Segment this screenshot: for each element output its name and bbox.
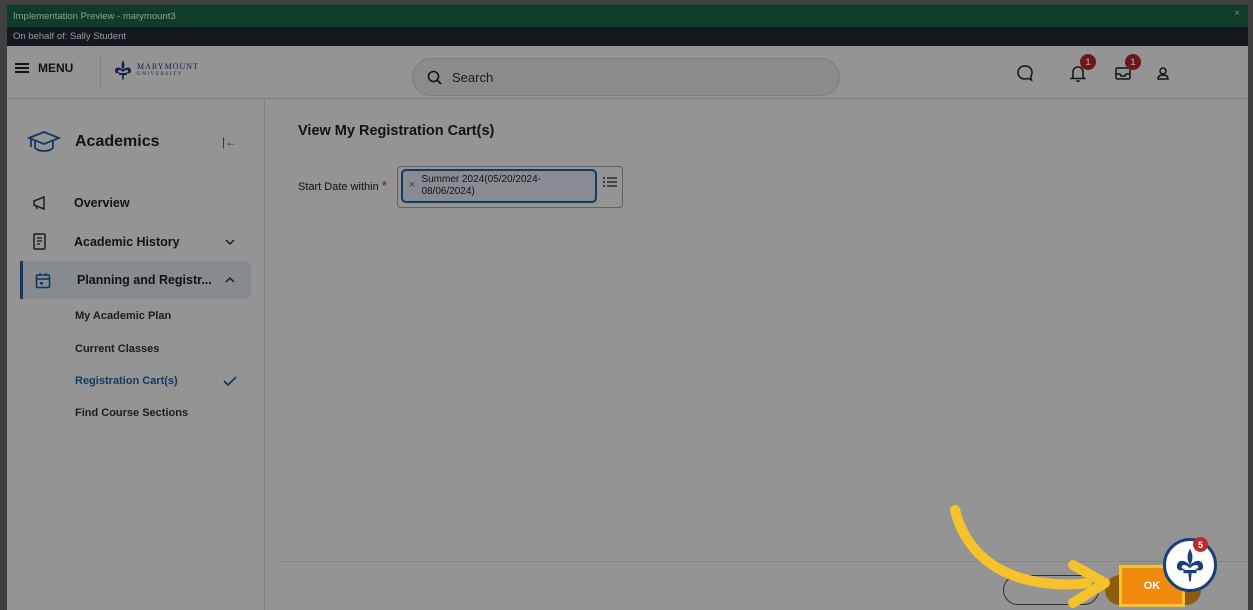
notifications-badge: 1 — [1080, 54, 1096, 70]
assistant-button[interactable]: 5 — [1163, 537, 1217, 592]
sidebar-subitem-current-classes[interactable]: Current Classes — [75, 343, 159, 355]
inbox-badge: 1 — [1125, 54, 1141, 70]
sidebar-item-academic-history[interactable]: Academic History — [20, 223, 251, 261]
highlighted-ok-label: OK — [1143, 580, 1161, 592]
sidebar-subitem-find-course-sections[interactable]: Find Course Sections — [75, 407, 188, 419]
chevron-down-icon — [225, 239, 235, 246]
selected-term-line2: 08/06/2024) — [421, 186, 475, 197]
list-prompt-icon[interactable] — [602, 175, 618, 189]
megaphone-icon — [30, 194, 50, 212]
sidebar-title: Academics — [75, 133, 160, 150]
selected-term-value: Summer 2024(05/20/2024- 08/06/2024) — [421, 174, 541, 198]
sidebar-item-label: Overview — [74, 196, 130, 210]
fleur-de-lis-icon — [1176, 548, 1204, 582]
on-behalf-bar: On behalf of: Sally Student — [7, 27, 1248, 46]
logo-text-bottom: UNIVERSITY — [137, 72, 183, 77]
profile-button[interactable] — [1151, 61, 1175, 85]
user-icon — [1157, 67, 1169, 80]
tutorial-arrow-icon — [950, 505, 1110, 608]
start-date-label-text: Start Date within — [298, 181, 379, 193]
on-behalf-text: On behalf of: Sally Student — [13, 31, 127, 42]
banner-close-icon[interactable]: × — [1234, 8, 1240, 19]
menu-label: MENU — [38, 61, 74, 75]
marymount-logo[interactable]: MARYMOUNT UNIVERSITY — [113, 59, 199, 81]
sidebar-subitem-academic-plan[interactable]: My Academic Plan — [75, 310, 171, 322]
selected-term-line1: Summer 2024(05/20/2024- — [421, 174, 541, 185]
start-date-prompt[interactable]: × Summer 2024(05/20/2024- 08/06/2024) — [397, 166, 623, 208]
selected-term-pill[interactable]: × Summer 2024(05/20/2024- 08/06/2024) — [401, 169, 597, 203]
top-header: MENU MARYMOUNT UNIVERSITY Search 1 1 — [7, 46, 1248, 99]
remove-selection-icon[interactable]: × — [409, 179, 415, 191]
start-date-label: Start Date within * — [298, 178, 387, 193]
chat-bubble-icon — [1017, 65, 1033, 82]
sidebar-item-label: Academic History — [74, 235, 180, 249]
fleur-de-lis-icon — [115, 60, 131, 80]
inbox-button[interactable]: 1 — [1111, 54, 1141, 85]
hamburger-icon — [15, 63, 29, 73]
checkmark-icon — [223, 376, 237, 387]
chevron-up-icon — [225, 276, 235, 283]
chat-button[interactable] — [1013, 61, 1037, 85]
preview-banner-text: Implementation Preview - marymount3 — [13, 10, 176, 22]
logo-text-top: MARYMOUNT — [137, 62, 199, 71]
assistant-badge: 5 — [1193, 537, 1208, 552]
collapse-sidebar-icon[interactable]: |← — [222, 135, 237, 149]
document-icon — [30, 233, 50, 251]
notifications-button[interactable]: 1 — [1066, 54, 1096, 85]
sidebar-header: Academics — [27, 130, 160, 154]
screen: Implementation Preview - marymount3 × On… — [0, 0, 1253, 610]
sidebar-subitem-registration-carts[interactable]: Registration Cart(s) — [75, 375, 178, 387]
search-input[interactable] — [452, 69, 812, 85]
sidebar-item-label: Planning and Registr... — [77, 273, 212, 287]
menu-button[interactable]: MENU — [15, 61, 73, 75]
page-title: View My Registration Cart(s) — [298, 123, 495, 139]
search-icon — [427, 70, 442, 85]
header-divider — [100, 56, 101, 89]
sidebar-item-planning-registration[interactable]: Planning and Registr... — [20, 261, 251, 299]
sidebar-item-overview[interactable]: Overview — [20, 184, 251, 222]
calendar-icon — [33, 271, 53, 289]
graduation-cap-icon — [27, 131, 61, 152]
preview-banner: Implementation Preview - marymount3 × — [7, 5, 1248, 27]
sidebar: Academics |← Overview Academic History P… — [7, 100, 265, 610]
required-marker: * — [381, 178, 387, 193]
search-bar[interactable] — [412, 58, 840, 96]
